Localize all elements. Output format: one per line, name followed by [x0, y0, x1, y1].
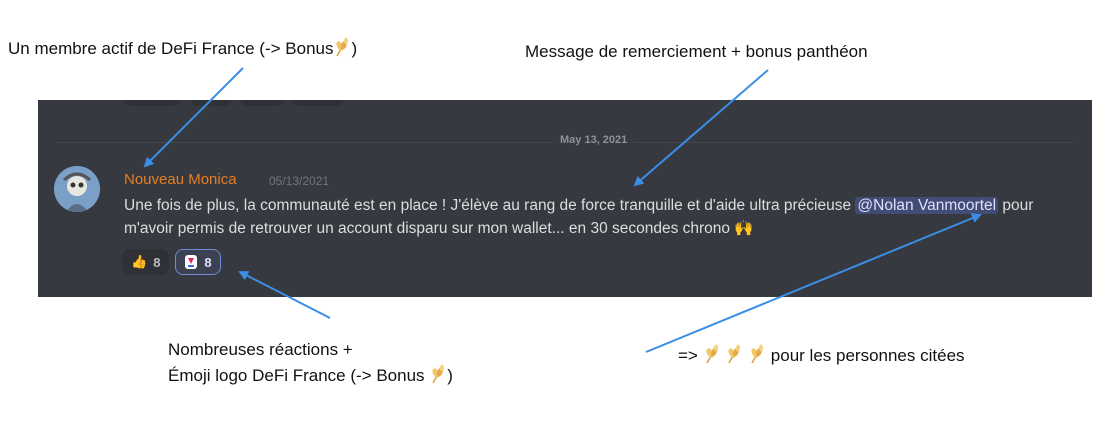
arrow-to-message: [633, 69, 769, 187]
arrow-to-mention: [645, 213, 982, 353]
annotation-arrows: [143, 67, 982, 353]
arrow-to-author: [143, 67, 244, 168]
arrow-to-reactions: [238, 271, 331, 319]
